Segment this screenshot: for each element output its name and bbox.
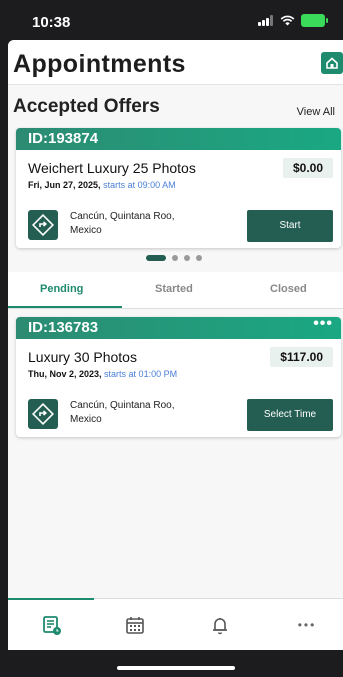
status-bar: 10:38	[0, 0, 343, 40]
card-id: ID:193874	[16, 128, 341, 150]
active-tab-indicator	[8, 306, 122, 308]
wifi-icon	[280, 15, 295, 26]
address: Cancún, Quintana Roo, Mexico	[70, 211, 175, 236]
accepted-offer-card[interactable]: ID:193874 Weichert Luxury 25 Photos Fri,…	[16, 128, 341, 248]
accepted-offers-title: Accepted Offers	[13, 96, 160, 117]
calendar-icon	[126, 617, 144, 634]
job-name: Weichert Luxury 25 Photos	[28, 160, 196, 176]
card-id-header: ID:136783 •••	[16, 317, 341, 339]
nav-more[interactable]: •••	[292, 613, 322, 637]
battery-icon	[301, 14, 328, 27]
carousel-dot[interactable]	[146, 255, 166, 261]
directions-button[interactable]	[28, 210, 58, 240]
bottom-navigation: •••	[8, 598, 343, 650]
status-time: 10:38	[32, 14, 71, 31]
nav-appointments[interactable]	[40, 613, 64, 637]
job-name: Luxury 30 Photos	[28, 349, 137, 365]
view-all-link[interactable]: View All	[297, 106, 335, 118]
app-content: Appointments Accepted Offers View All ID…	[8, 40, 343, 650]
price-badge: $117.00	[270, 347, 333, 367]
start-button[interactable]: Start	[247, 210, 333, 242]
directions-icon	[32, 214, 54, 236]
tab-started[interactable]: Started	[155, 283, 193, 295]
carousel-indicator[interactable]	[146, 255, 202, 261]
directions-icon	[32, 403, 54, 425]
active-nav-indicator	[8, 598, 94, 600]
carousel-dot[interactable]	[196, 255, 202, 261]
home-indicator	[117, 666, 235, 670]
price-badge: $0.00	[282, 158, 333, 178]
nav-calendar[interactable]	[123, 613, 147, 637]
pending-appointment-card[interactable]: ID:136783 ••• Luxury 30 Photos Thu, Nov …	[16, 317, 341, 437]
select-time-button[interactable]: Select Time	[247, 399, 333, 431]
status-icons	[258, 14, 328, 27]
app-header: Appointments	[8, 40, 343, 85]
home-button[interactable]	[321, 52, 343, 74]
appointments-icon	[43, 616, 61, 635]
phone-screen: 10:38 Appointments Accepted Offers View …	[0, 0, 343, 677]
signal-icon	[258, 15, 274, 26]
tab-closed[interactable]: Closed	[270, 283, 307, 295]
bell-icon	[213, 618, 227, 635]
more-icon: •••	[297, 618, 317, 632]
status-tabs: Pending Started Closed	[8, 272, 343, 309]
home-icon	[326, 57, 338, 69]
tab-pending[interactable]: Pending	[40, 283, 83, 295]
job-date: Fri, Jun 27, 2025, starts at 09:00 AM	[28, 180, 176, 190]
more-options-icon[interactable]: •••	[313, 317, 333, 335]
page-title: Appointments	[13, 50, 186, 78]
job-date: Thu, Nov 2, 2023, starts at 01:00 PM	[28, 369, 178, 379]
carousel-dot[interactable]	[184, 255, 190, 261]
directions-button[interactable]	[28, 399, 58, 429]
nav-notifications[interactable]	[208, 613, 232, 637]
card-id: ID:136783	[28, 319, 99, 336]
address: Cancún, Quintana Roo, Mexico	[70, 400, 175, 425]
carousel-dot[interactable]	[172, 255, 178, 261]
